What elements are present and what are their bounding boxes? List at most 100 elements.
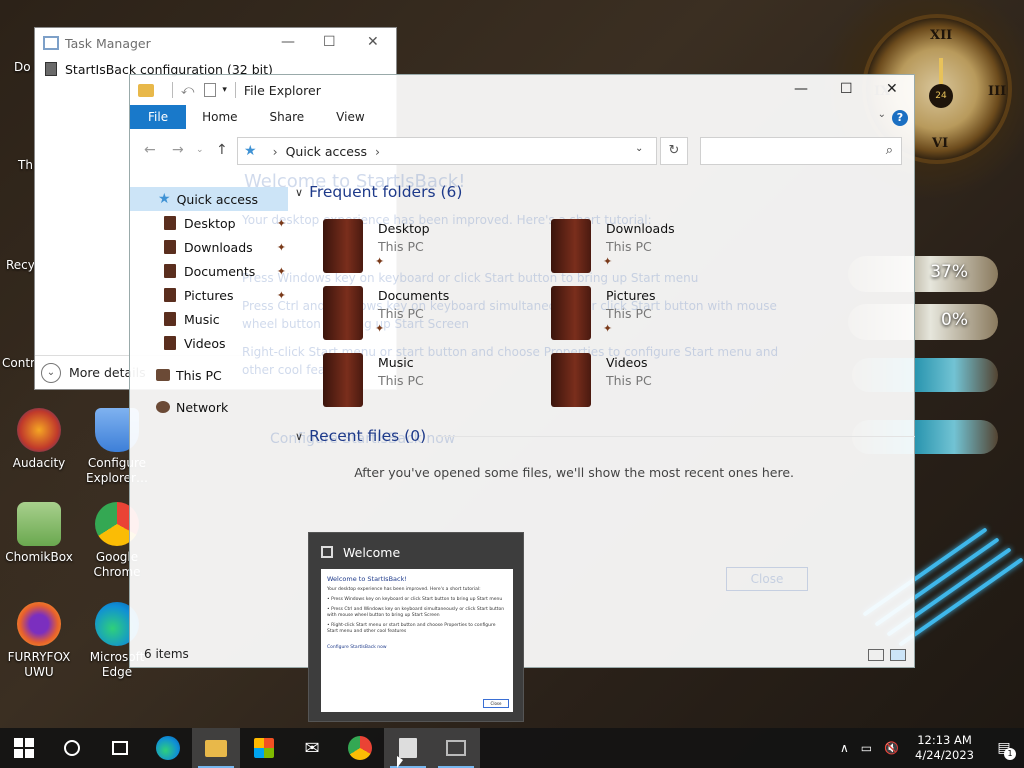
recent-files-header[interactable]: ∨ Recent files (0)	[295, 423, 915, 449]
volume-muted-icon[interactable]: 🔇	[884, 741, 899, 755]
folder-tile-desktop[interactable]: ✦ Desktop This PC	[295, 215, 515, 277]
folder-tile-pictures[interactable]: ✦ Pictures This PC	[523, 282, 743, 344]
chevron-up-icon[interactable]: ⌄	[878, 109, 886, 120]
folder-name: Downloads	[606, 221, 675, 236]
breadcrumb-quick-access[interactable]: Quick access	[286, 144, 367, 159]
folder-tile-downloads[interactable]: ✦ Downloads This PC	[523, 215, 743, 277]
chevron-up-icon[interactable]: ∧	[840, 741, 849, 755]
desktop-partial-label[interactable]: Recy	[6, 258, 35, 272]
nav-label: Pictures	[184, 287, 234, 303]
cpu-meter-value: 37%	[930, 262, 968, 282]
maximize-button[interactable]: ☐	[323, 34, 336, 50]
desktop-partial-label[interactable]: Contr	[2, 356, 35, 370]
desktop-icon-audacity[interactable]: Audacity	[0, 408, 78, 471]
folder-icon	[323, 219, 363, 273]
pin-icon: ✦	[276, 288, 286, 302]
nav-item-pictures[interactable]: Pictures ✦	[130, 283, 288, 307]
pin-icon: ✦	[375, 255, 385, 268]
nav-item-quick-access[interactable]: ★ Quick access	[130, 187, 288, 211]
minimize-button[interactable]: —	[794, 81, 808, 97]
nav-label: This PC	[176, 367, 222, 383]
folder-location: This PC	[378, 239, 424, 254]
chevron-down-icon: ⌄	[41, 362, 61, 383]
taskbar-mail[interactable]: ✉	[288, 728, 336, 768]
clock-numeral: XII	[930, 28, 953, 43]
properties-icon[interactable]	[204, 83, 217, 97]
taskbar-task-manager[interactable]	[432, 728, 480, 768]
taskbar-startisback[interactable]	[384, 728, 432, 768]
folder-name: Videos	[606, 355, 648, 370]
forward-arrow-icon[interactable]: →	[172, 142, 184, 158]
network-icon	[156, 401, 170, 413]
folder-tile-music[interactable]: Music This PC	[295, 349, 515, 411]
address-dropdown-icon[interactable]: ⌄	[635, 143, 643, 154]
nav-item-network[interactable]: Network	[130, 395, 288, 419]
task-manager-titlebar[interactable]: Task Manager	[35, 28, 396, 58]
address-bar[interactable]: ★ › Quick access ›	[237, 137, 657, 165]
task-view-button[interactable]	[96, 728, 144, 768]
network-icon[interactable]: ▭	[861, 741, 872, 755]
divider	[172, 82, 173, 98]
search-button[interactable]	[48, 728, 96, 768]
pin-icon: ✦	[276, 240, 286, 254]
folder-location: This PC	[606, 373, 652, 388]
clock-numeral: VI	[932, 136, 949, 151]
maximize-button[interactable]: ☐	[840, 81, 853, 97]
ribbon-tabs: File Home Share View	[130, 105, 914, 129]
desktop-partial-label[interactable]: Th	[18, 158, 33, 172]
search-input[interactable]: ⌕	[700, 137, 902, 165]
taskbar-store[interactable]	[240, 728, 288, 768]
nav-item-documents[interactable]: Documents ✦	[130, 259, 288, 283]
preview-close-button: Close	[483, 699, 509, 708]
group-title: Frequent folders (6)	[309, 183, 463, 201]
tab-file[interactable]: File	[130, 105, 187, 129]
close-button[interactable]: ✕	[886, 81, 898, 97]
taskbar-chrome[interactable]	[336, 728, 384, 768]
task-manager-title: Task Manager	[65, 35, 151, 51]
preview-text: • Press Ctrl and Windows key on keyboard…	[327, 607, 505, 618]
nav-item-downloads[interactable]: Downloads ✦	[130, 235, 288, 259]
undo-icon[interactable]: ⤺	[181, 82, 194, 98]
welcome-window-thumbnail[interactable]: Welcome Welcome to StartIsBack! Your des…	[308, 532, 524, 722]
nav-item-music[interactable]: Music	[130, 307, 288, 331]
app-icon	[45, 62, 57, 76]
pin-icon: ✦	[603, 255, 613, 268]
recent-dropdown-icon[interactable]: ⌄	[196, 145, 204, 155]
nav-label: Downloads	[184, 239, 253, 255]
desktop-icon-chomikbox[interactable]: ChomikBox	[0, 502, 78, 565]
folder-tile-videos[interactable]: Videos This PC	[523, 349, 743, 411]
nav-item-desktop[interactable]: Desktop ✦	[130, 211, 288, 235]
tab-home[interactable]: Home	[186, 105, 253, 129]
hamster-icon	[17, 502, 61, 546]
nav-label: Network	[176, 399, 229, 415]
desktop-icon-furryfox[interactable]: FURRYFOX UWU	[0, 602, 78, 680]
folder-icon	[164, 264, 176, 278]
close-button[interactable]: ✕	[367, 34, 379, 50]
up-arrow-icon[interactable]: ↑	[216, 142, 228, 158]
folder-icon	[205, 739, 227, 757]
folder-location: This PC	[378, 306, 424, 321]
start-button[interactable]	[0, 728, 48, 768]
quick-access-star-icon: ★	[158, 191, 171, 207]
large-icons-view-icon[interactable]	[890, 649, 906, 661]
customize-dropdown-icon[interactable]: ▾	[222, 85, 227, 95]
minimize-button[interactable]: —	[281, 34, 295, 50]
taskbar-file-explorer[interactable]	[192, 728, 240, 768]
folder-tile-documents[interactable]: ✦ Documents This PC	[295, 282, 515, 344]
navigation-pane: ★ Quick access Desktop ✦ Downloads ✦ Doc…	[130, 187, 288, 419]
folder-icon	[551, 219, 591, 273]
help-icon[interactable]: ?	[892, 110, 908, 126]
back-arrow-icon[interactable]: ←	[144, 142, 156, 158]
taskbar-clock[interactable]: 12:13 AM 4/24/2023	[915, 733, 974, 763]
taskbar: ✉ ∧ ▭ 🔇 12:13 AM 4/24/2023 ▤ 1	[0, 728, 1024, 768]
nav-item-videos[interactable]: Videos	[130, 331, 288, 355]
refresh-button[interactable]: ↻	[660, 137, 688, 165]
details-view-icon[interactable]	[868, 649, 884, 661]
tab-view[interactable]: View	[320, 105, 380, 129]
taskbar-edge[interactable]	[144, 728, 192, 768]
frequent-folders-header[interactable]: ∨ Frequent folders (6)	[295, 179, 915, 205]
action-center-button[interactable]: ▤ 1	[984, 728, 1024, 768]
divider	[234, 82, 236, 98]
tab-share[interactable]: Share	[254, 105, 321, 129]
nav-item-this-pc[interactable]: This PC	[130, 363, 288, 387]
